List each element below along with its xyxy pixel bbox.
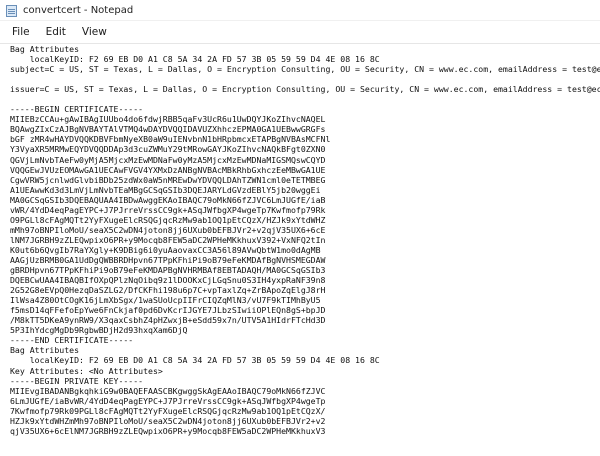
menu-file[interactable]: File (4, 23, 38, 41)
text-line: 2G52G8eEVpQ0HezqDaSZLG2/DfCKFhi198u6p7C+… (10, 285, 326, 296)
text-line: Bag Attributes (10, 345, 80, 356)
text-line: O9PGLl8cFAgMQTt2YyFXugeElcRSQGjqcRzMw9ab… (10, 214, 326, 225)
text-line: A1UEAwwKd3d3LmVjLmNvbTEaMBgGCSqGSIb3DQEJ… (10, 184, 321, 195)
title-bar: convertcert - Notepad (0, 0, 600, 21)
notepad-window: convertcert - Notepad File Edit View Bag… (0, 0, 600, 456)
text-line: mMh97oBNPIloMoU/seaX5C2wDN4joton8jj6UXub… (10, 224, 326, 235)
text-line: MA0GCSqGSIb3DQEBAQUAA4IBDwAwggEKAoIBAQC7… (10, 194, 326, 205)
text-line (0, 94, 600, 104)
text-line: subject=C = US, ST = Texas, L = Dallas, … (10, 64, 600, 75)
text-line: issuer=C = US, ST = Texas, L = Dallas, O… (10, 84, 600, 95)
text-line (0, 74, 600, 84)
menu-edit[interactable]: Edit (38, 23, 74, 41)
window-title: convertcert - Notepad (23, 4, 134, 16)
text-line: MIIEvgIBADANBgkqhkiG9w0BAQEFAASCBKgwggSk… (10, 385, 326, 396)
text-line: HZJk9xYtdWHZmMh97oBNPIloMoU/seaX5C2wDN4j… (10, 415, 326, 426)
text-line: f5msD14qFFefoEpYwe6FnCkjaf0pd6DvKcrIJGYE… (10, 305, 326, 316)
text-line: Bag Attributes (10, 44, 80, 54)
text-line: 6LmJUGfE/iaBvWR/4YdD4eqPagEYPC+J7PJrreVr… (10, 395, 326, 406)
text-line: 7Kwfmofp79Rk09PGLl8cFAgMQTt2YyFXugeElcRS… (10, 405, 326, 416)
text-line: localKeyID: F2 69 EB D0 A1 C8 5A 34 2A F… (10, 54, 380, 65)
menu-bar: File Edit View (0, 21, 600, 44)
text-line: -----END CERTIFICATE----- (10, 335, 134, 346)
text-line: -----BEGIN PRIVATE KEY----- (10, 375, 144, 386)
text-line: DQEBCwUAA4IBAQBIfOXpQPlzNqOibq9z1lDOOKxC… (10, 275, 326, 286)
text-line: IlWsa4Z80OtCOgK16jLmXbSgx/1waSUoUcpIIFrC… (10, 295, 321, 306)
text-line: K0ut6b6QvgIb7RaYXgly+K9DBig6i0yuAaovaxCC… (10, 244, 321, 255)
text-line: AAGjUzBRMB0GA1UdDgQWBBRDHpvn67TPpKFhiPi9… (10, 254, 326, 265)
text-line: qjV35UX6+6cElNM7JGRBH9zZLEQwpixO6PR+y9Mo… (10, 425, 326, 436)
text-line: gBRDHpvn67TPpKFhiPi9oB79eFeKMDAPBgNVHRMB… (10, 265, 326, 276)
menu-view[interactable]: View (74, 23, 115, 41)
text-line: -----BEGIN CERTIFICATE----- (10, 104, 144, 115)
notepad-icon (6, 4, 17, 17)
text-line: vWR/4YdD4eqPagEYPC+J7PJrreVrssCC9gk+ASqJ… (10, 204, 326, 215)
text-line: MIIEBzCCAu+gAwIBAgIUUbo4do6fdwjRBB5qaFv3… (10, 114, 326, 125)
text-line: lNM7JGRBH9zZLEQwpixO6PR+y9Mocqb8FEW5aDC2… (10, 234, 326, 245)
text-line: bGF zMR4wHAYDVQQKDBVFbmNyeXB0aW9uIENvbnN… (10, 134, 331, 145)
text-line: BQAwgZIxCzAJBgNVBAYTAlVTMQ4wDAYDVQQIDAVU… (10, 124, 326, 135)
text-line: VQQGEwJVUzEOMAwGA1UECAwFVGV4YXMxDzANBgNV… (10, 164, 326, 175)
text-line: Y3VyaXR5MRMwEQYDVQQDDAp3d3cuZWMuY29tMRow… (10, 144, 326, 155)
text-line: /M8kTT5DKeA9ynRW9/X3qaxCsbhZ4pHZwxjB+eSd… (10, 315, 326, 326)
text-line: QGVjLmNvbTAeFw0yMjA5MjcxMzEwMDNaFw0yMzA5… (10, 154, 326, 165)
text-line: Key Attributes: <No Attributes> (10, 365, 163, 376)
text-editor[interactable]: Bag Attributes localKeyID: F2 69 EB D0 A… (0, 44, 600, 456)
text-line: localKeyID: F2 69 EB D0 A1 C8 5A 34 2A F… (10, 355, 380, 366)
text-line: CgwVRW5jcnlwdGlvbiBDb25zdWx0aW5nMREwDwYD… (10, 174, 326, 185)
text-line: 5P3IhYdcgMgDb9RgbwBDjH2d93hxqXam6DjQ (10, 325, 188, 336)
